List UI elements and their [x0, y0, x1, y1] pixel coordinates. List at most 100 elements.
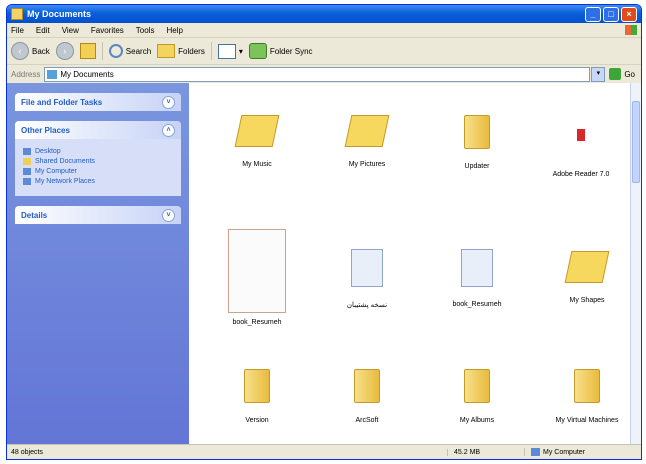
forward-button[interactable]: ›	[55, 42, 74, 60]
file-item[interactable]: ArcSoft	[315, 369, 419, 424]
place-label: Desktop	[35, 148, 61, 155]
back-button[interactable]: ‹ Back	[11, 42, 50, 60]
file-item[interactable]: Version	[205, 369, 309, 424]
address-bar: Address My Documents ▾ Go	[7, 65, 641, 84]
file-item[interactable]: Adobe Reader 7.0	[529, 129, 633, 178]
place-my-network[interactable]: My Network Places	[23, 178, 173, 185]
place-label: My Computer	[35, 168, 78, 175]
documents-icon	[47, 69, 58, 79]
file-name: My Music	[242, 161, 272, 168]
up-folder-button[interactable]	[79, 43, 96, 59]
chevron-down-icon: ▾	[238, 46, 243, 56]
go-button[interactable]	[609, 68, 622, 80]
close-button[interactable]: ×	[621, 6, 637, 22]
menu-view[interactable]: View	[62, 26, 79, 35]
file-name: My Albums	[459, 417, 495, 424]
folder-sync-button[interactable]: Folder Sync	[248, 43, 313, 59]
details-panel: Details ˅	[15, 206, 181, 224]
computer-icon	[531, 448, 540, 456]
pictures-folder-icon	[344, 115, 390, 147]
file-name: ArcSoft	[355, 417, 379, 424]
folder-icon	[11, 8, 23, 20]
menu-tools[interactable]: Tools	[136, 26, 155, 35]
folder-icon	[464, 115, 490, 149]
scrollbar-thumb[interactable]	[632, 101, 640, 183]
file-item[interactable]: My Pictures	[315, 115, 419, 168]
file-name: book_Resumeh	[452, 301, 502, 308]
file-item[interactable]: My Albums	[425, 369, 529, 424]
place-shared-documents[interactable]: Shared Documents	[23, 158, 173, 165]
address-input[interactable]: My Documents	[44, 66, 591, 82]
address-dropdown-button[interactable]: ▾	[591, 66, 606, 82]
windows-logo-icon	[625, 25, 637, 35]
file-item[interactable]: My Shapes	[535, 251, 639, 304]
explorer-window: My Documents _ □ × File Edit View Favori…	[6, 4, 642, 460]
folder-sync-icon	[248, 43, 267, 59]
panel-title: File and Folder Tasks	[21, 97, 103, 107]
panel-title: Details	[21, 210, 48, 220]
go-label[interactable]: Go	[624, 70, 635, 79]
folders-button[interactable]: Folders	[157, 44, 205, 58]
place-label: Shared Documents	[35, 158, 95, 165]
document-thumbnail	[228, 229, 286, 313]
file-name: My Shapes	[569, 297, 605, 304]
window-title: My Documents	[27, 9, 92, 19]
search-button[interactable]: Search	[108, 44, 151, 58]
file-name: نسخه پشتیبان	[346, 302, 388, 309]
status-object-count: 48 objects	[11, 448, 43, 456]
other-places-header[interactable]: Other Places ˄	[15, 121, 181, 139]
file-item[interactable]: book_Resumeh	[205, 229, 309, 326]
place-label: My Network Places	[35, 178, 95, 185]
place-my-computer[interactable]: My Computer	[23, 168, 173, 175]
back-arrow-icon: ‹	[11, 42, 29, 60]
shapes-folder-icon	[564, 251, 610, 283]
back-label: Back	[32, 46, 50, 56]
file-name: My Pictures	[348, 161, 386, 168]
status-location: My Computer	[524, 448, 641, 456]
views-icon	[217, 43, 236, 59]
title-bar[interactable]: My Documents _ □ ×	[7, 5, 641, 23]
file-item[interactable]: نسخه پشتیبان	[315, 249, 419, 309]
address-path: My Documents	[60, 69, 114, 79]
document-icon	[461, 249, 493, 287]
file-list: My Music My Pictures Updater Adobe Reade…	[189, 83, 630, 445]
panel-title: Other Places	[21, 125, 70, 135]
status-bar: 48 objects 45.2 MB My Computer	[7, 444, 641, 459]
file-name: Version	[245, 417, 269, 424]
search-icon	[108, 44, 123, 58]
menu-help[interactable]: Help	[166, 26, 182, 35]
menu-edit[interactable]: Edit	[36, 26, 50, 35]
minimize-button[interactable]: _	[585, 6, 601, 22]
details-header[interactable]: Details ˅	[15, 206, 181, 224]
toolbar: ‹ Back › Search Folders ▾ Folder Sync	[7, 38, 641, 65]
file-name: My Virtual Machines	[555, 417, 619, 424]
maximize-button[interactable]: □	[603, 6, 619, 22]
file-folder-tasks-header[interactable]: File and Folder Tasks ˅	[15, 93, 181, 111]
other-places-list: Desktop Shared Documents My Computer My …	[15, 139, 181, 196]
task-pane: File and Folder Tasks ˅ Other Places ˄ D…	[7, 83, 189, 445]
folder-icon	[354, 369, 380, 403]
desktop-icon	[23, 148, 31, 155]
file-name: Adobe Reader 7.0	[552, 171, 610, 178]
folder-icon	[464, 369, 490, 403]
menu-file[interactable]: File	[11, 26, 24, 35]
file-folder-tasks-panel: File and Folder Tasks ˅	[15, 93, 181, 111]
chevron-up-icon[interactable]: ˄	[162, 123, 175, 137]
views-button[interactable]: ▾	[217, 43, 243, 59]
chevron-down-icon[interactable]: ˅	[162, 208, 175, 222]
file-item[interactable]: My Virtual Machines	[535, 369, 639, 424]
file-item[interactable]: book_Resumeh	[425, 249, 529, 308]
file-name: Updater	[464, 163, 490, 170]
place-desktop[interactable]: Desktop	[23, 148, 173, 155]
toolbar-separator	[210, 42, 212, 60]
file-item[interactable]: My Music	[205, 115, 309, 168]
computer-icon	[23, 168, 31, 175]
file-item[interactable]: Updater	[425, 115, 529, 170]
menu-favorites[interactable]: Favorites	[91, 26, 124, 35]
music-folder-icon	[234, 115, 280, 147]
folder-sync-label: Folder Sync	[269, 46, 313, 56]
chevron-down-icon[interactable]: ˅	[162, 95, 175, 109]
other-places-panel: Other Places ˄ Desktop Shared Documents …	[15, 121, 181, 196]
status-size: 45.2 MB	[447, 448, 524, 456]
document-icon	[351, 249, 383, 287]
